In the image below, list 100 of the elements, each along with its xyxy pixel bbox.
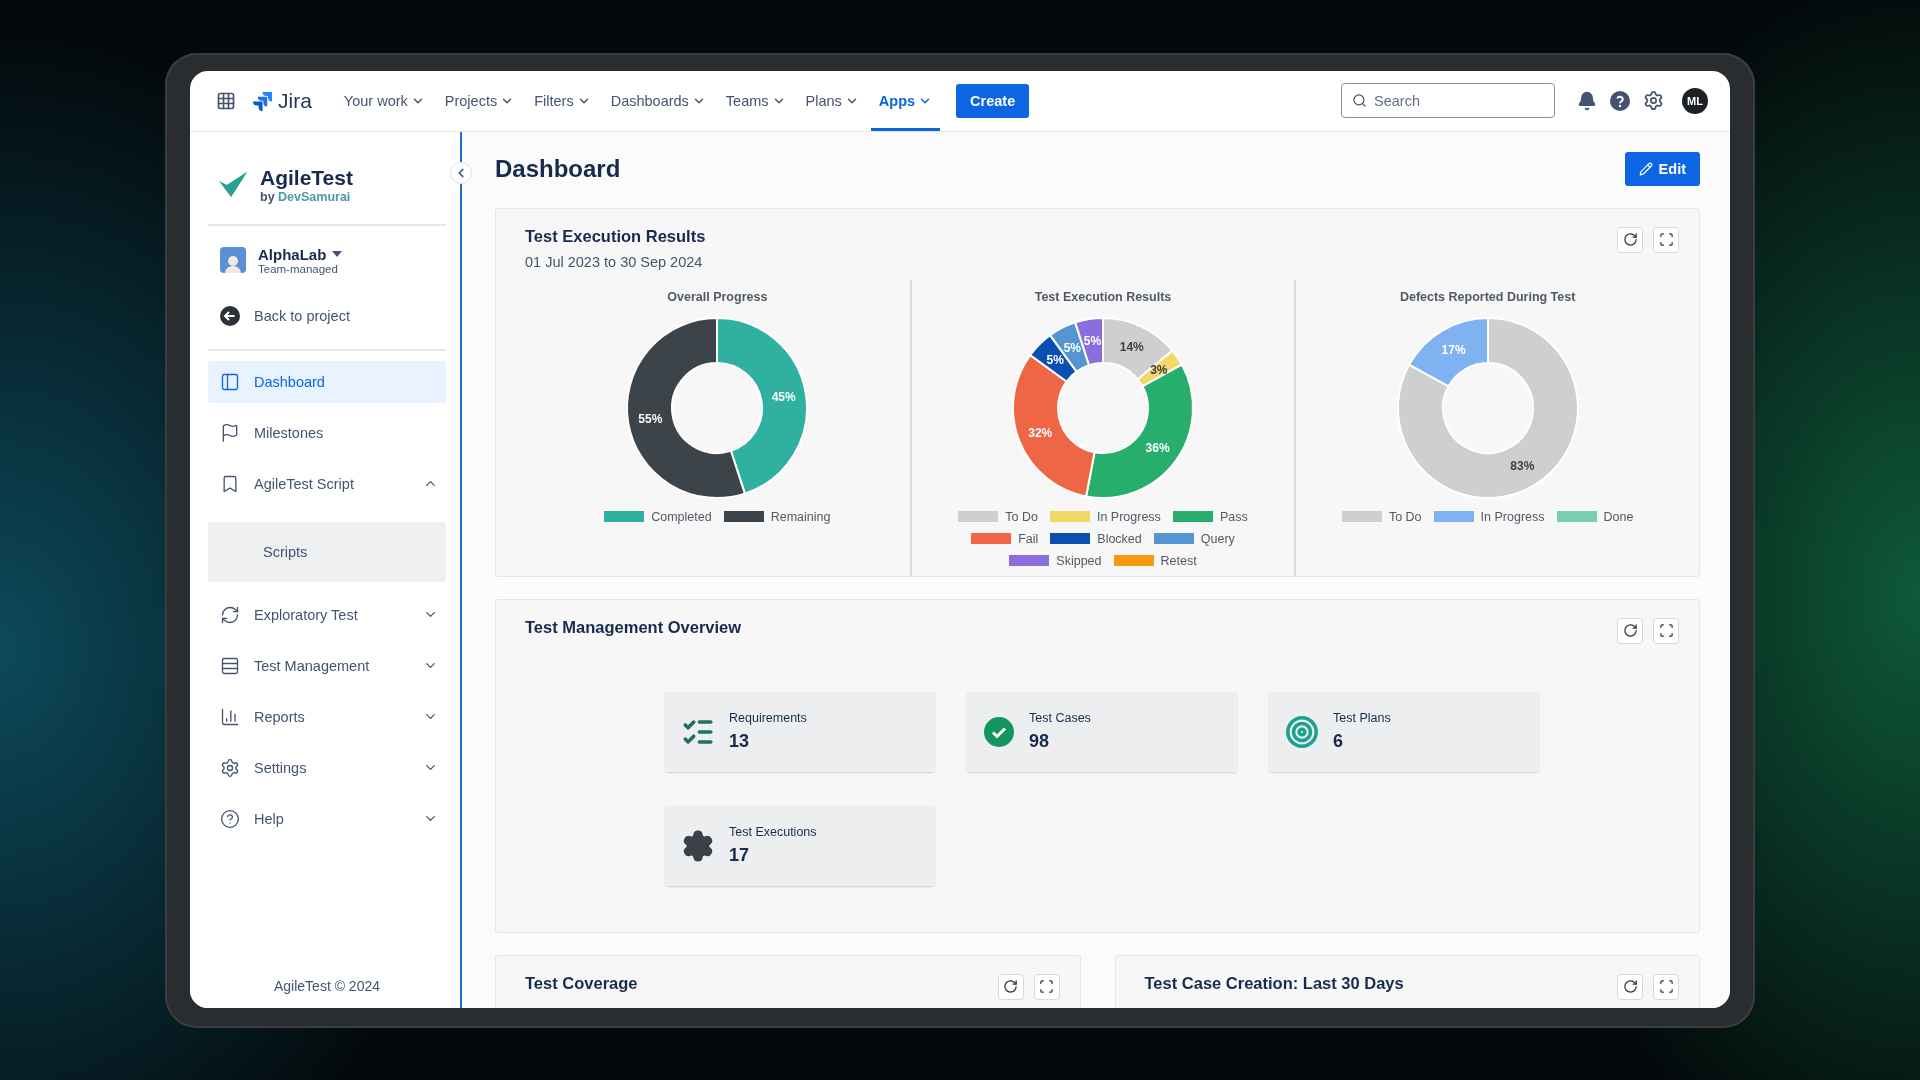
- slice-label: 14%: [1119, 339, 1144, 354]
- user-avatar[interactable]: ML: [1682, 87, 1708, 114]
- nav-menu-tab[interactable]: Dashboards: [602, 70, 714, 131]
- legend-label: To Do: [1005, 509, 1038, 524]
- legend-label: Blocked: [1097, 531, 1142, 546]
- refresh-icon: [1622, 979, 1638, 994]
- copyright-footer: AgileTest © 2024: [208, 977, 446, 1008]
- legend-label: In Progress: [1480, 509, 1545, 524]
- nav-menu-tab[interactable]: Teams: [717, 70, 794, 131]
- slice-label: 55%: [638, 411, 663, 426]
- nav-menu-tab[interactable]: Filters: [526, 70, 599, 131]
- stat-tile[interactable]: Test Cases 98: [967, 691, 1237, 772]
- slice-label: 5%: [1063, 340, 1081, 355]
- card-title: Test Coverage: [525, 973, 638, 993]
- sidebar-item[interactable]: AgileTest Script: [208, 462, 446, 505]
- bell-icon: [1577, 90, 1597, 111]
- legend-label: To Do: [1388, 509, 1422, 524]
- expand-icon: [1658, 623, 1674, 638]
- legend-label: Remaining: [770, 509, 831, 524]
- bar-chart-icon: [220, 706, 240, 727]
- expand-icon: [1658, 232, 1674, 247]
- jira-logo-icon: [252, 89, 274, 112]
- nav-menu-tab[interactable]: Your work: [335, 70, 433, 131]
- card-title: Test Management Overview: [525, 617, 742, 637]
- help-icon: [1609, 89, 1631, 112]
- sidebar-subitem[interactable]: Scripts: [208, 521, 446, 582]
- grid-icon: [216, 90, 236, 111]
- refresh-button[interactable]: [1617, 226, 1643, 253]
- date-range: 01 Jul 2023 to 30 Sep 2024: [525, 253, 704, 270]
- collapse-sidebar-button[interactable]: [450, 161, 472, 184]
- edit-button[interactable]: Edit: [1624, 151, 1700, 186]
- legend-label: Completed: [651, 509, 712, 524]
- fullscreen-button[interactable]: [1653, 617, 1679, 644]
- expand-icon: [1039, 979, 1054, 994]
- pencil-icon: [1638, 161, 1653, 176]
- cycle-arrows-icon: [220, 604, 240, 625]
- fullscreen-button[interactable]: [1653, 226, 1679, 253]
- refresh-button[interactable]: [1617, 617, 1643, 644]
- stat-count: 6: [1333, 731, 1344, 752]
- sidebar-item[interactable]: Milestones: [208, 411, 446, 454]
- settings-icon: [1643, 90, 1664, 111]
- check-circle-icon: [983, 715, 1015, 748]
- slice-label: 5%: [1046, 352, 1064, 367]
- chart-title: Overall Progress: [667, 289, 768, 304]
- create-button[interactable]: Create: [956, 83, 1030, 118]
- target-icon: [1285, 714, 1319, 749]
- refresh-button[interactable]: [1617, 973, 1643, 1000]
- dropdown-caret-icon: [332, 251, 343, 257]
- slice-label: 3%: [1150, 362, 1168, 377]
- search-icon: [1352, 93, 1367, 108]
- slice-label: 5%: [1083, 333, 1102, 348]
- panel-icon: [220, 371, 240, 392]
- slice-label: 45%: [772, 389, 796, 404]
- legend-label: Fail: [1018, 531, 1039, 546]
- sidebar-item[interactable]: Help: [208, 797, 446, 840]
- stat-count: 98: [1029, 731, 1051, 752]
- card-title: Test Execution Results: [525, 226, 706, 246]
- legend-label: Skipped: [1056, 553, 1102, 568]
- chart-title: Test Execution Results: [1034, 289, 1172, 304]
- search-field[interactable]: Search: [1341, 83, 1555, 118]
- refresh-icon: [1622, 623, 1638, 638]
- brand-name: AgileTest: [260, 165, 353, 190]
- rows-icon: [220, 655, 240, 676]
- stat-label: Test Executions: [729, 825, 817, 839]
- stat-tile[interactable]: Test Plans 6: [1269, 691, 1539, 772]
- project-avatar: [220, 247, 246, 273]
- help-icon: [220, 808, 240, 829]
- project-switcher[interactable]: AlphaLab: [258, 245, 343, 263]
- sidebar-item[interactable]: Settings: [208, 746, 446, 789]
- refresh-button[interactable]: [997, 973, 1024, 1000]
- nav-menu-tab[interactable]: Projects: [436, 70, 523, 131]
- checkmark-logo-icon: [218, 170, 248, 199]
- legend-label: Done: [1603, 509, 1634, 524]
- brand-byline: by DevSamurai: [260, 189, 352, 204]
- chart-title: Defects Reported During Test: [1399, 289, 1576, 304]
- legend-label: Pass: [1219, 509, 1248, 524]
- sidebar-item[interactable]: Test Management: [208, 644, 446, 687]
- nav-menu-tab[interactable]: Plans: [797, 70, 867, 131]
- stat-label: Test Plans: [1333, 711, 1391, 725]
- expand-icon: [1658, 979, 1674, 994]
- refresh-icon: [1622, 232, 1638, 247]
- project-type: Team-managed: [258, 262, 339, 275]
- sidebar-item[interactable]: Exploratory Test: [208, 593, 446, 636]
- card-title: Test Case Creation: Last 30 Days: [1144, 973, 1404, 993]
- legend-label: Query: [1200, 531, 1235, 546]
- flag-icon: [220, 422, 240, 443]
- stat-count: 13: [729, 731, 751, 752]
- stat-tile[interactable]: Requirements 13: [665, 691, 935, 772]
- fullscreen-button[interactable]: [1653, 973, 1679, 1000]
- stat-tile[interactable]: Test Executions 17: [665, 805, 935, 886]
- slice-label: 36%: [1145, 440, 1170, 455]
- sidebar-item[interactable]: Dashboard: [208, 360, 446, 403]
- sidebar-item[interactable]: Reports: [208, 695, 446, 738]
- page-title: Dashboard: [495, 154, 621, 183]
- back-to-project-link[interactable]: Back to project: [208, 294, 446, 337]
- legend-label: Retest: [1160, 553, 1197, 568]
- fullscreen-button[interactable]: [1033, 973, 1060, 1000]
- slice-label: 17%: [1441, 342, 1466, 357]
- stat-label: Test Cases: [1029, 711, 1091, 725]
- app-name: Jira: [278, 88, 312, 113]
